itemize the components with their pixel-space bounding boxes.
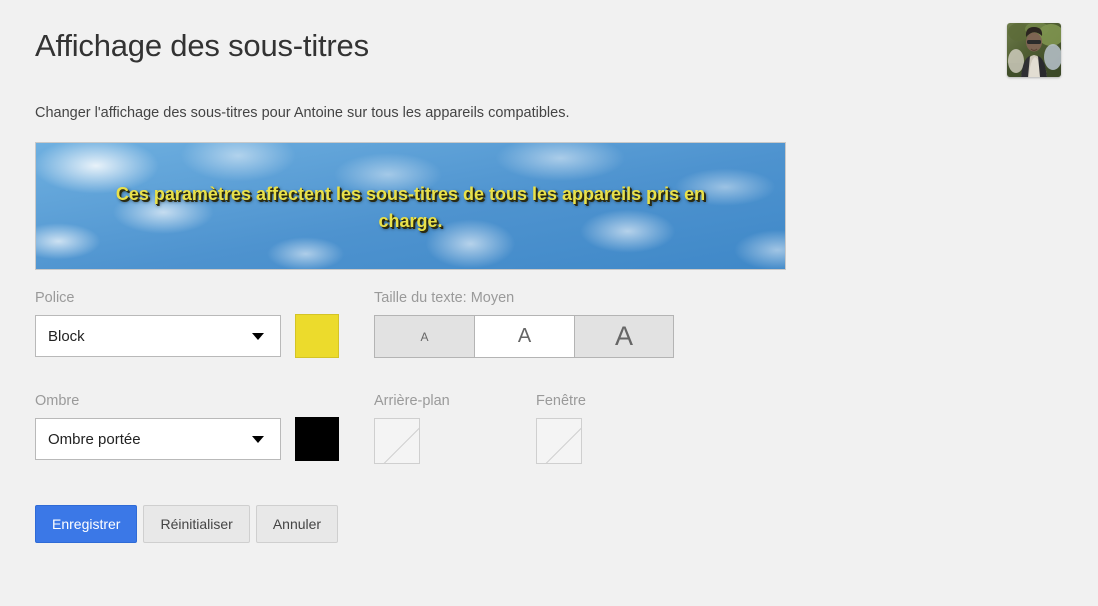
page-subtitle: Changer l'affichage des sous-titres pour…: [35, 105, 570, 121]
avatar-photo: [1007, 23, 1061, 77]
window-label: Fenêtre: [536, 393, 586, 409]
text-size-small-button[interactable]: A: [374, 315, 474, 358]
chevron-down-icon: [252, 333, 264, 340]
font-label: Police: [35, 290, 75, 306]
font-select[interactable]: Block: [35, 315, 281, 357]
save-button[interactable]: Enregistrer: [35, 505, 138, 543]
background-field-group: Arrière-plan: [374, 393, 450, 464]
text-size-segmented-control: A A A: [374, 315, 674, 358]
font-field-group: Police Block: [35, 290, 339, 358]
shadow-select-value: Ombre portée: [48, 430, 141, 448]
preview-caption-text: Ces paramètres affectent les sous-titres…: [115, 184, 706, 231]
shadow-field-group: Ombre Ombre portée: [35, 393, 339, 461]
window-field-group: Fenêtre: [536, 393, 586, 464]
shadow-label: Ombre: [35, 393, 80, 409]
text-size-label: Taille du texte: Moyen: [374, 290, 515, 306]
shadow-select[interactable]: Ombre portée: [35, 418, 281, 460]
page-title: Affichage des sous-titres: [35, 28, 369, 63]
shadow-color-swatch[interactable]: [295, 417, 339, 461]
font-select-value: Block: [48, 327, 85, 345]
avatar[interactable]: [1007, 23, 1061, 77]
reset-button[interactable]: Réinitialiser: [143, 505, 250, 543]
background-label: Arrière-plan: [374, 393, 450, 409]
window-color-swatch[interactable]: [536, 418, 582, 464]
text-size-large-button[interactable]: A: [574, 315, 674, 358]
caption-preview: Ces paramètres affectent les sous-titres…: [35, 142, 786, 270]
captions-settings-page: Affichage des sous-titres Changer l'affi…: [0, 0, 1098, 606]
action-bar: Enregistrer Réinitialiser Annuler: [35, 505, 339, 543]
text-size-medium-button[interactable]: A: [474, 315, 574, 358]
chevron-down-icon: [252, 436, 264, 443]
background-color-swatch[interactable]: [374, 418, 420, 464]
font-color-swatch[interactable]: [295, 314, 339, 358]
cancel-button[interactable]: Annuler: [255, 505, 339, 543]
text-size-field-group: Taille du texte: Moyen A A A: [374, 290, 674, 358]
